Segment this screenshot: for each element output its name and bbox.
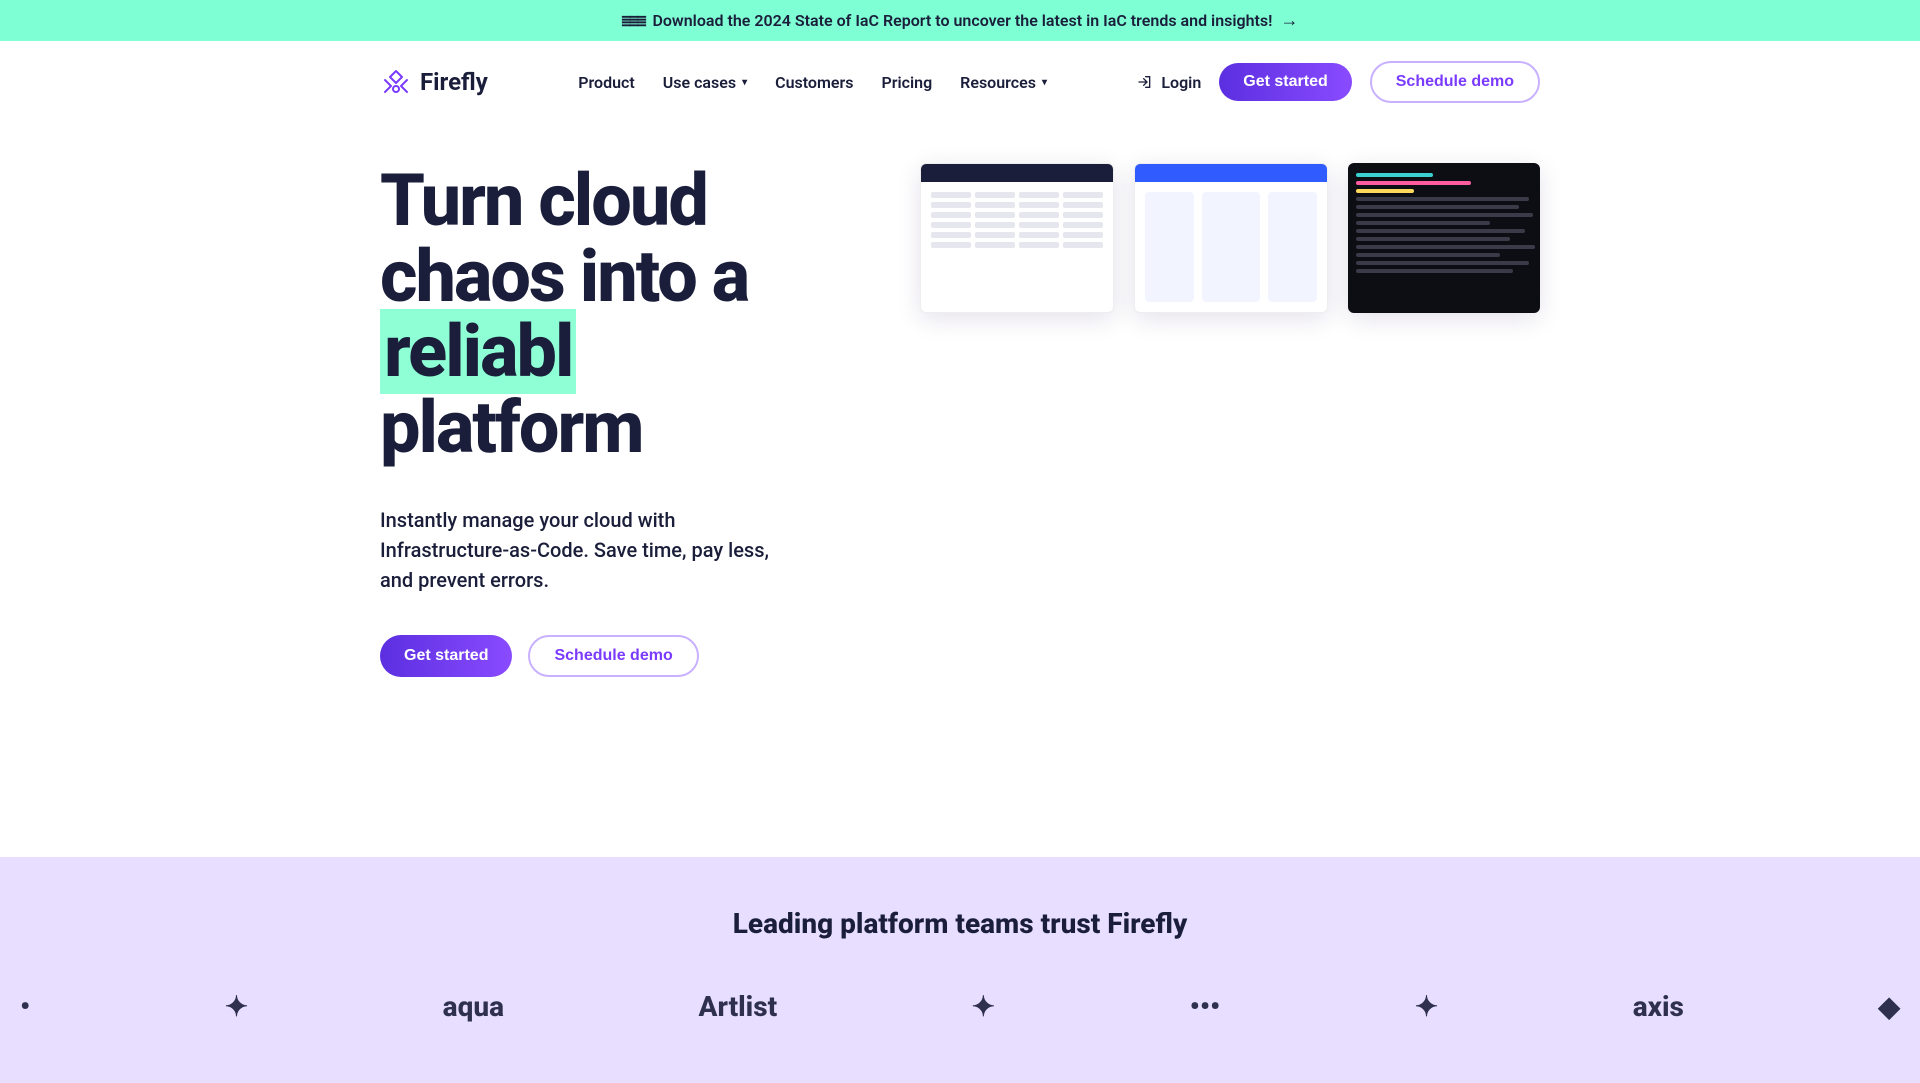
nav-resources-label: Resources (960, 73, 1036, 92)
brand-logo: ✦ (972, 990, 995, 1023)
login-label: Login (1161, 73, 1201, 92)
trust-section: Leading platform teams trust Firefly • ✦… (0, 857, 1920, 1083)
login-icon (1137, 74, 1153, 90)
primary-nav: Product Use cases ▾ Customers Pricing Re… (578, 73, 1047, 92)
hero-title-post: platform (380, 385, 642, 470)
nav-resources[interactable]: Resources ▾ (960, 73, 1047, 92)
brand-logo: ••• (1190, 990, 1221, 1023)
news-icon: ≣≣≣ (622, 11, 645, 31)
nav-use-cases-label: Use cases (663, 73, 736, 92)
hero-screenshot-1 (920, 163, 1114, 313)
chevron-down-icon: ▾ (742, 77, 747, 88)
arrow-right-icon: → (1280, 10, 1298, 31)
brand-logo: ◆ (1878, 990, 1900, 1023)
firefly-logo-icon (380, 66, 412, 98)
hero-copy: Turn cloud chaos into a reliabl platform… (380, 163, 860, 677)
schedule-demo-button[interactable]: Schedule demo (1370, 61, 1540, 103)
chevron-down-icon: ▾ (1042, 77, 1047, 88)
hero-schedule-demo-button[interactable]: Schedule demo (528, 635, 698, 677)
brand-logo-artlist: Artlist (699, 990, 778, 1023)
brand-logos: • ✦ aqua Artlist ✦ ••• ✦ axis ◆ (0, 990, 1920, 1023)
hero-get-started-button[interactable]: Get started (380, 635, 512, 677)
trust-heading: Leading platform teams trust Firefly (0, 907, 1920, 940)
site-header: Firefly Product Use cases ▾ Customers Pr… (340, 41, 1580, 123)
hero-title: Turn cloud chaos into a reliabl platform (380, 163, 860, 465)
hero-title-highlight: reliabl (380, 309, 576, 394)
hero: Turn cloud chaos into a reliabl platform… (340, 163, 1580, 677)
header-actions: Login Get started Schedule demo (1137, 61, 1540, 103)
nav-pricing[interactable]: Pricing (881, 73, 932, 92)
hero-ctas: Get started Schedule demo (380, 635, 860, 677)
brand-logo-axis: axis (1633, 990, 1684, 1023)
hero-screenshot-2 (1134, 163, 1328, 313)
hero-screenshot-3 (1348, 163, 1540, 313)
top-banner[interactable]: ≣≣≣ Download the 2024 State of IaC Repor… (0, 0, 1920, 41)
hero-title-pre: Turn cloud chaos into a (380, 158, 748, 319)
hero-subtitle: Instantly manage your cloud with Infrast… (380, 505, 800, 595)
brand-logo: ✦ (225, 990, 248, 1023)
get-started-button[interactable]: Get started (1219, 63, 1351, 101)
hero-screenshots (920, 163, 1540, 677)
logo[interactable]: Firefly (380, 66, 488, 98)
logo-text: Firefly (420, 68, 488, 96)
nav-product[interactable]: Product (578, 73, 635, 92)
brand-logo-aqua: aqua (443, 990, 504, 1023)
brand-logo: ✦ (1415, 990, 1438, 1023)
nav-customers[interactable]: Customers (775, 73, 853, 92)
brand-logo: • (20, 990, 30, 1023)
banner-text: Download the 2024 State of IaC Report to… (652, 11, 1272, 30)
nav-use-cases[interactable]: Use cases ▾ (663, 73, 747, 92)
login-link[interactable]: Login (1137, 73, 1201, 92)
